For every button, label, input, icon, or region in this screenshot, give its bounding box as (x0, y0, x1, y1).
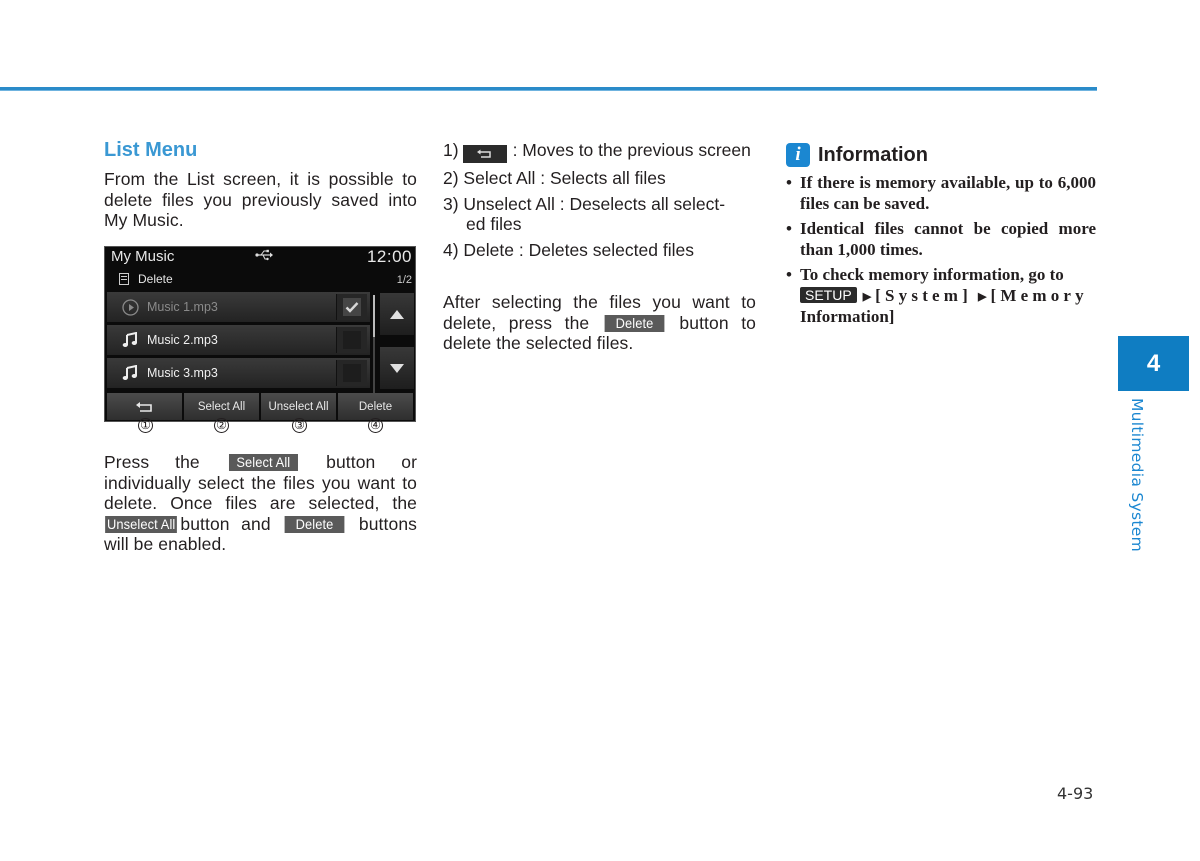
inline-unselect-all-button: Unselect All (105, 515, 178, 533)
file-row[interactable]: Music 3.mp3 (107, 358, 370, 388)
music-note-icon (121, 331, 139, 349)
unselect-all-button[interactable]: Unselect All (261, 393, 336, 420)
checkmark-icon (343, 298, 361, 316)
callout-labels: ① ② ③ ④ (104, 417, 416, 437)
back-icon (462, 145, 507, 163)
scroll-up-button[interactable] (380, 293, 414, 335)
back-icon (135, 401, 152, 412)
delete-button[interactable]: Delete (338, 393, 413, 420)
file-name: Music 3.mp3 (147, 366, 218, 380)
file-checkbox[interactable] (336, 327, 367, 353)
intro-paragraph: From the List screen, it is possible to … (104, 169, 417, 231)
menu-path-memory: [Memory (990, 285, 1088, 305)
chapter-title: Multimedia System (1128, 398, 1146, 552)
information-box: i Information If there is memory availab… (786, 143, 1096, 333)
file-row[interactable]: Music 2.mp3 (107, 325, 370, 355)
list-menu-icon[interactable] (119, 273, 129, 285)
back-button[interactable] (107, 393, 182, 420)
legend-item-2: 2) Select All : Selects all files (443, 168, 666, 188)
screen-header: My Music 12:00 (105, 247, 415, 269)
legend-item-4: 4) Delete : Deletes selected files (443, 239, 694, 260)
information-list: If there is memory available, up to 6,00… (786, 173, 1096, 328)
text-run: To check memory information, go to (800, 265, 1064, 284)
information-title: Information (818, 143, 928, 166)
callout-1: ① (138, 418, 153, 433)
usb-icon (255, 249, 273, 264)
page-indicator: 1/2 (396, 274, 412, 286)
select-instructions: Press the Select All button or individua… (104, 452, 417, 555)
triangle-down-icon (390, 363, 404, 373)
screen-subheader: Delete 1/2 (105, 269, 415, 291)
menu-path-system: [System] (875, 285, 973, 305)
legend-text: : Moves to the previous screen (512, 140, 751, 160)
scrollbar-thumb[interactable] (373, 295, 375, 337)
select-all-button[interactable]: Select All (184, 393, 259, 420)
select-paragraph: Press the Select All button or individua… (104, 452, 417, 555)
mode-label: Delete (138, 272, 173, 286)
play-circle-icon (121, 298, 139, 316)
menu-path-memory-cont: Information] (800, 307, 895, 326)
text-run: Press the (104, 452, 200, 472)
legend-item-1: 1) : Moves to the previous screen (443, 140, 756, 163)
section-title: List Menu (104, 139, 198, 161)
information-header: i Information (786, 143, 1096, 167)
chapter-tab: 4 (1118, 336, 1189, 391)
info-icon: i (786, 143, 810, 167)
file-checkbox[interactable] (336, 294, 367, 320)
file-row[interactable]: Music 1.mp3 (107, 292, 370, 322)
screen-title: My Music (111, 248, 175, 265)
triangle-right-icon: ▶ (978, 290, 987, 303)
callout-3: ③ (292, 418, 307, 433)
file-checkbox[interactable] (336, 360, 367, 386)
callout-2: ② (214, 418, 229, 433)
info-bullet: Identical files cannot be copied more th… (786, 219, 1096, 260)
inline-select-all-button: Select All (228, 454, 298, 471)
screen-clock: 12:00 (366, 247, 412, 266)
legend-number: 1) (443, 140, 459, 160)
file-name: Music 1.mp3 (147, 300, 218, 314)
text-run: button and (180, 513, 271, 534)
triangle-right-icon: ▶ (862, 290, 872, 303)
legend-text: 3) Unselect All : Deselects all select- (443, 193, 726, 214)
delete-instructions: After selecting the files you want to de… (443, 292, 756, 354)
info-bullet: To check memory information, go to SETUP… (786, 265, 1096, 328)
list-menu-section: List Menu From the List screen, it is po… (104, 138, 417, 231)
scrollbar[interactable] (373, 295, 375, 395)
button-legend: 1) : Moves to the previous screen 2) Sele… (443, 140, 756, 265)
setup-button-badge: SETUP (800, 286, 857, 303)
page-number: 4-93 (1057, 784, 1094, 803)
header-rule (0, 87, 1097, 91)
inline-delete-button: Delete (284, 515, 345, 533)
music-note-icon (121, 364, 139, 382)
file-name: Music 2.mp3 (147, 333, 218, 347)
legend-text: ed files (466, 214, 522, 234)
legend-item-3: 3) Unselect All : Deselects all select- … (443, 194, 756, 235)
callout-4: ④ (368, 418, 383, 433)
scroll-down-button[interactable] (380, 347, 414, 389)
triangle-up-icon (390, 309, 404, 319)
screen-toolbar: Select All Unselect All Delete (107, 393, 413, 420)
my-music-screen: My Music 12:00 Delete 1/2 Music 1.mp3 Mu… (104, 246, 416, 422)
inline-delete-button: Delete (604, 314, 665, 332)
info-bullet: If there is memory available, up to 6,00… (786, 173, 1096, 214)
delete-paragraph: After selecting the files you want to de… (443, 292, 756, 354)
